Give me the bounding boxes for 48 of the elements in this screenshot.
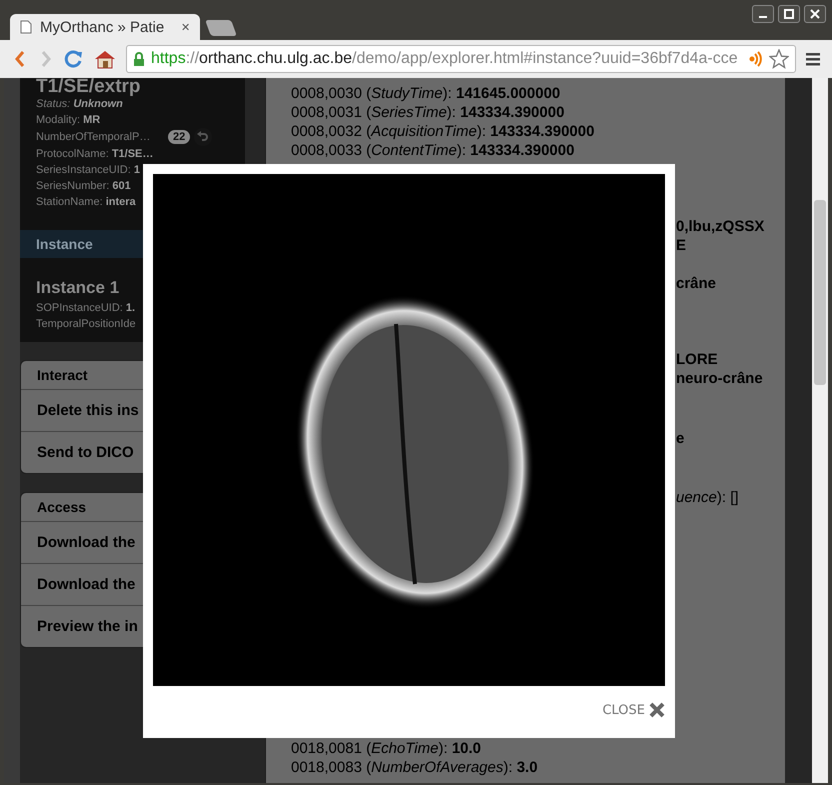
instance-field: TemporalPositionIde (20, 316, 245, 332)
tag-line: 0018,0083 (NumberOfAverages): 3.0 (291, 758, 539, 777)
close-button[interactable] (804, 5, 826, 23)
close-icon (649, 702, 665, 718)
instance-field: SOPInstanceUID: 1. (20, 300, 245, 316)
count-badge: 22 (168, 130, 190, 144)
new-tab-button[interactable] (205, 20, 237, 36)
series-title: T1/SE/extrp (35, 78, 142, 96)
series-field: NumberOfTemporalP… (20, 129, 160, 145)
close-icon (810, 9, 820, 19)
tag-line: LORE (676, 350, 719, 369)
series-field: SeriesInstanceUID: 1 (20, 162, 245, 178)
tag-line: 0,lbu,zQSSX (676, 217, 766, 236)
tag-line: crâne (676, 274, 718, 293)
series-field: SeriesNumber: 601 (20, 178, 245, 194)
lock-icon (133, 52, 145, 66)
tab-title: MyOrthanc » Patie (40, 18, 166, 36)
series-field: StationName: intera (20, 194, 245, 210)
series-status: Status: Unknown (35, 97, 124, 112)
instance-title: Instance 1 (35, 277, 120, 299)
tag-line: 0008,0030 (StudyTime): 141645.000000 (291, 84, 562, 103)
browser-tab[interactable]: MyOrthanc » Patie ✕ (10, 14, 200, 40)
tag-line: 0008,0032 (AcquisitionTime): 143334.390000 (291, 122, 596, 141)
page-icon (20, 20, 32, 34)
star-icon[interactable] (769, 49, 789, 69)
series-field: Modality: MR (20, 112, 245, 128)
series-field: ProtocolName: T1/SE… (20, 146, 245, 162)
tag-line: uence): [] (676, 488, 740, 507)
close-tab-icon[interactable]: ✕ (181, 20, 190, 34)
maximize-icon (784, 9, 794, 19)
scrollbar[interactable] (812, 78, 828, 783)
home-icon[interactable] (94, 49, 116, 69)
scrollbar-thumb[interactable] (814, 200, 826, 385)
minimize-button[interactable] (752, 5, 774, 23)
reload-icon[interactable] (64, 49, 84, 69)
minimize-icon (759, 16, 767, 18)
tag-line: 0008,0033 (ContentTime): 143334.390000 (291, 141, 576, 160)
url-text: https://orthanc.chu.ulg.ac.be/demo/app/explorer.html#instance?uuid=36bf7d4a-cce (151, 50, 739, 68)
maximize-button[interactable] (778, 5, 800, 23)
tag-line: 0018,0081 (EchoTime): 10.0 (291, 739, 482, 758)
menu-icon[interactable] (806, 52, 820, 66)
tag-line: neuro-crâne (676, 369, 764, 388)
close-button[interactable]: CLOSE (602, 702, 665, 718)
address-field[interactable]: https://orthanc.chu.ulg.ac.be/demo/app/explorer.html#instance?uuid=36bf7d4a-cce (126, 45, 796, 73)
rss-icon[interactable] (749, 51, 763, 67)
tag-line: e (676, 429, 686, 448)
tag-line: E (676, 236, 688, 255)
tag-line: 0008,0031 (SeriesTime): 143334.390000 (291, 103, 566, 122)
